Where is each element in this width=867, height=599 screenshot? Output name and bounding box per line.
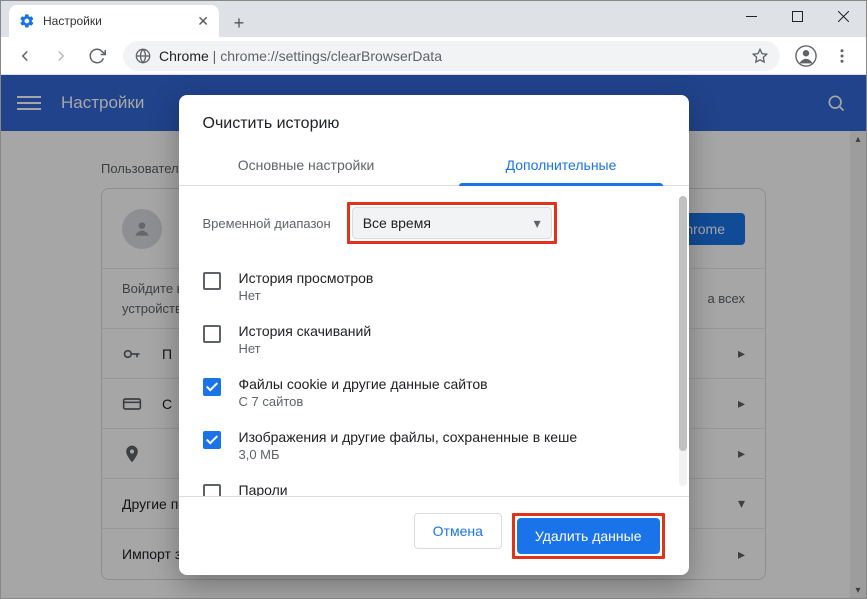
time-range-label: Временной диапазон — [203, 216, 331, 231]
option-passwords[interactable]: ПаролиНет — [203, 472, 665, 496]
highlight-confirm: Удалить данные — [512, 513, 665, 559]
globe-icon — [135, 48, 151, 64]
dialog-title: Очистить историю — [179, 95, 689, 147]
tab-advanced[interactable]: Дополнительные — [434, 147, 689, 185]
option-cookies[interactable]: Файлы cookie и другие данные сайтов С 7 с… — [203, 366, 665, 419]
window-close-button[interactable] — [820, 1, 866, 31]
option-title: Файлы cookie и другие данные сайтов — [239, 376, 488, 392]
option-browsing-history[interactable]: История просмотров Нет — [203, 260, 665, 313]
dialog-body: Временной диапазон Все время ▾ История п… — [179, 186, 689, 496]
dialog-scrollbar[interactable] — [679, 196, 687, 486]
close-tab-icon[interactable]: ✕ — [197, 13, 209, 30]
highlight-time-range: Все время ▾ — [347, 202, 557, 244]
address-bar-text: Chrome | chrome://settings/clearBrowserD… — [159, 48, 442, 64]
option-subtitle: Нет — [239, 341, 372, 356]
browser-toolbar: Chrome | chrome://settings/clearBrowserD… — [1, 37, 866, 75]
browser-menu-button[interactable] — [826, 40, 858, 72]
checkbox[interactable] — [203, 484, 221, 496]
clear-data-options: История просмотров Нет История скачиваний… — [203, 260, 665, 496]
time-range-row: Временной диапазон Все время ▾ — [203, 186, 665, 260]
time-range-select[interactable]: Все время ▾ — [352, 207, 552, 239]
profile-avatar-button[interactable] — [790, 40, 822, 72]
option-cached-images[interactable]: Изображения и другие файлы, сохраненные … — [203, 419, 665, 472]
dialog-actions: Отмена Удалить данные — [179, 496, 689, 575]
dropdown-caret-icon: ▾ — [534, 215, 541, 232]
dialog-tabs: Основные настройки Дополнительные — [179, 147, 689, 186]
option-title: История просмотров — [239, 270, 374, 286]
checkbox[interactable] — [203, 325, 221, 343]
window-maximize-button[interactable] — [774, 1, 820, 31]
option-subtitle: Нет — [239, 288, 374, 303]
checkbox[interactable] — [203, 378, 221, 396]
browser-tab[interactable]: Настройки ✕ — [9, 5, 219, 37]
gear-icon — [19, 13, 35, 29]
tab-basic[interactable]: Основные настройки — [179, 147, 434, 185]
option-title: Пароли — [239, 482, 288, 496]
modal-overlay: Очистить историю Основные настройки Допо… — [1, 75, 866, 598]
option-subtitle: С 7 сайтов — [239, 394, 488, 409]
option-title: История скачиваний — [239, 323, 372, 339]
nav-forward-button[interactable] — [45, 40, 77, 72]
bookmark-star-icon[interactable] — [752, 48, 768, 64]
window-minimize-button[interactable] — [728, 1, 774, 31]
nav-reload-button[interactable] — [81, 40, 113, 72]
checkbox[interactable] — [203, 431, 221, 449]
option-download-history[interactable]: История скачиваний Нет — [203, 313, 665, 366]
option-title: Изображения и другие файлы, сохраненные … — [239, 429, 578, 445]
tab-title: Настройки — [43, 14, 189, 28]
window-titlebar: Настройки ✕ + — [1, 1, 866, 37]
nav-back-button[interactable] — [9, 40, 41, 72]
cancel-button[interactable]: Отмена — [414, 513, 502, 549]
time-range-value: Все время — [363, 215, 431, 231]
clear-browsing-data-dialog: Очистить историю Основные настройки Допо… — [179, 95, 689, 575]
option-subtitle: 3,0 МБ — [239, 447, 578, 462]
address-bar[interactable]: Chrome | chrome://settings/clearBrowserD… — [123, 41, 780, 71]
new-tab-button[interactable]: + — [225, 9, 253, 37]
checkbox[interactable] — [203, 272, 221, 290]
clear-data-button[interactable]: Удалить данные — [517, 518, 660, 554]
